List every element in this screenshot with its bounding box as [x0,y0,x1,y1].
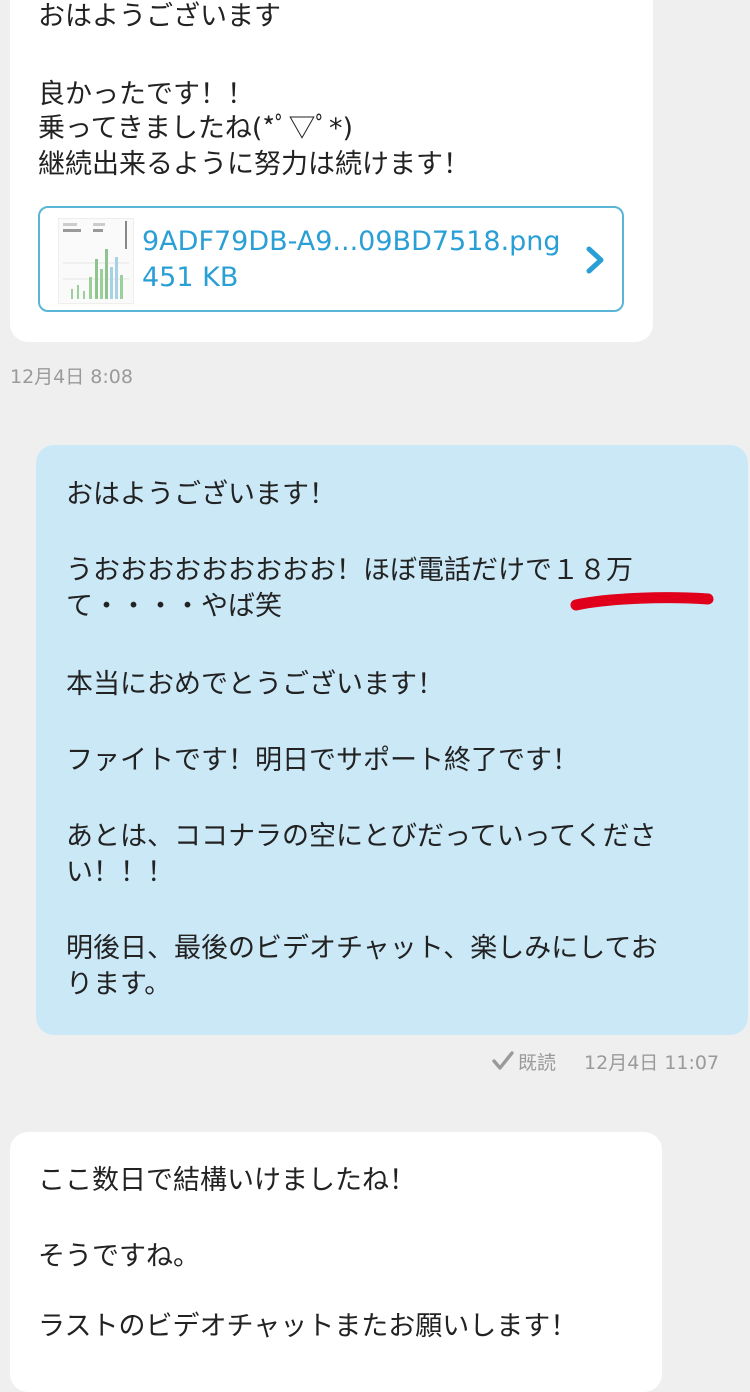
read-status: 既読 [518,1052,557,1074]
message-text-line: ラストのビデオチャットまたお願いします！ [38,1311,578,1342]
chevron-right-icon[interactable] [582,242,608,278]
attachment-thumbnail [58,218,134,304]
message-text-line: ファイトです！明日でサポート終了です！ [66,745,579,776]
file-attachment[interactable]: 9ADF79DB-A9...09BD7518.png 451 KB [38,206,624,312]
message-timestamp: 12月4日 11:07 [584,1052,720,1074]
message-text-line: うおおおおおおおおお！ほぼ電話だけで１８万 [66,555,633,586]
attachment-size: 451 KB [142,262,239,293]
message-meta: 既読 12月4日 11:07 [492,1048,719,1075]
message-text-line: そうですね。 [38,1241,200,1272]
message-text-line: ります。 [66,969,172,1000]
checkmark-icon [492,1051,514,1070]
message-text-line: 明後日、最後のビデオチャット、楽しみにしてお [66,933,658,964]
message-text-line: あとは、ココナラの空にとびだっていってくださ [66,821,657,852]
message-text-line: 乗ってきましたね(*ﾟ▽ﾟ*) [38,113,354,144]
message-text-line: 本当におめでとうございます！ [66,669,444,700]
red-underline-annotation [570,592,714,611]
message-text-line: おはようございます [38,1,281,32]
message-text-line: おはようございます！ [66,479,336,510]
message-timestamp: 12月4日 8:08 [10,366,133,388]
attachment-filename[interactable]: 9ADF79DB-A9...09BD7518.png [142,226,561,257]
message-text-line: 良かったです！！ [38,79,254,110]
message-text-line: て・・・・やば笑 [66,591,282,622]
message-text-line: い！！！ [66,857,174,888]
message-text-line: 継続出来るように努力は続けます！ [38,149,470,180]
message-text-line: ここ数日で結構いけましたね！ [38,1165,416,1196]
